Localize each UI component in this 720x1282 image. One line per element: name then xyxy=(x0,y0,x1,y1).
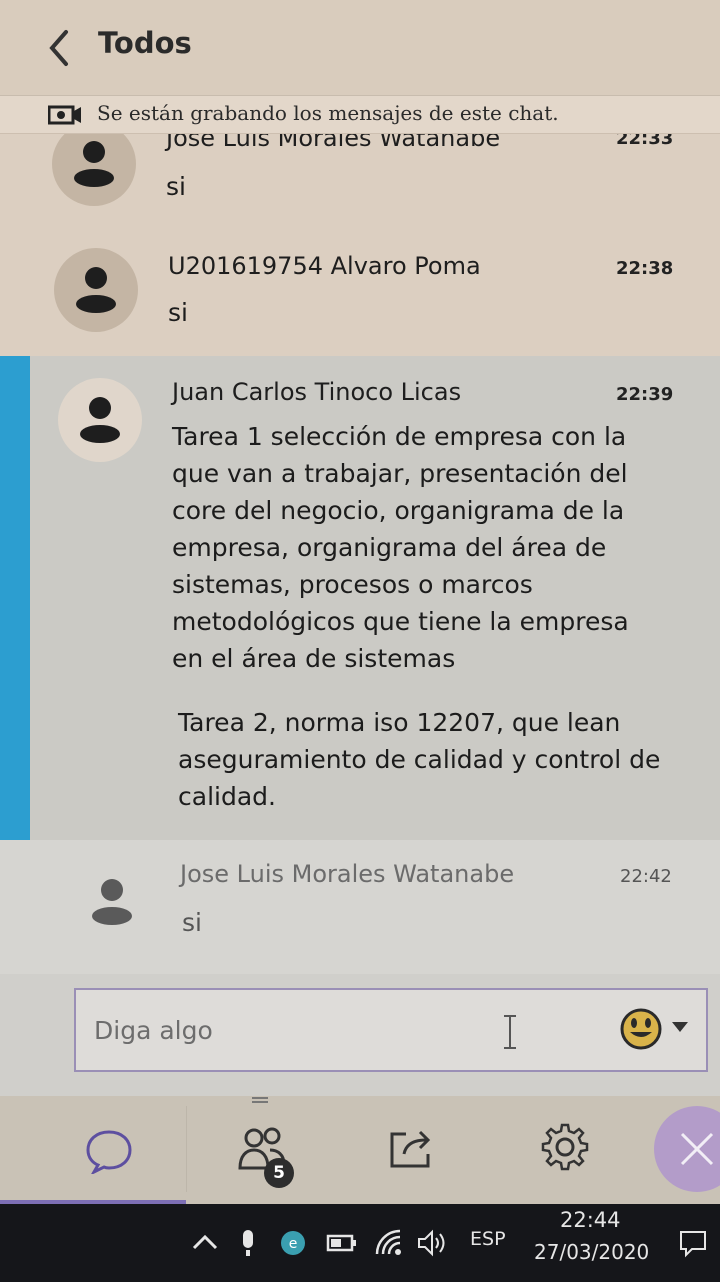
avatar xyxy=(70,860,154,944)
volume-icon[interactable] xyxy=(416,1228,450,1258)
message-author: U201619754 Alvaro Poma xyxy=(168,252,481,280)
svg-text:e: e xyxy=(289,1236,298,1252)
message-line: core del negocio, organigrama de la xyxy=(172,496,625,525)
message-item: Jose Luis Morales Watanabe 22:33 si xyxy=(0,134,720,230)
input-language[interactable]: ESP xyxy=(470,1228,506,1250)
chevron-up-icon[interactable] xyxy=(190,1228,220,1258)
message-line: calidad. xyxy=(178,782,276,811)
message-line: metodológicos que tiene la empresa xyxy=(172,607,629,636)
close-icon xyxy=(680,1132,714,1166)
message-item-selected: Juan Carlos Tinoco Licas 22:39 Tarea 1 s… xyxy=(0,356,720,840)
battery-icon[interactable] xyxy=(326,1228,358,1258)
drag-handle-icon[interactable] xyxy=(250,1096,270,1106)
app-tray-icon[interactable]: e xyxy=(278,1228,308,1258)
chevron-down-icon[interactable] xyxy=(670,1020,690,1034)
clock-time[interactable]: 22:44 xyxy=(560,1208,621,1232)
message-line: Tarea 2, norma iso 12207, que lean xyxy=(178,708,621,737)
message-item: Jose Luis Morales Watanabe 22:42 si xyxy=(0,840,720,974)
message-list[interactable]: Jose Luis Morales Watanabe 22:33 si U201… xyxy=(0,134,720,974)
message-text: Tarea 2, norma iso 12207, que lean asegu… xyxy=(178,704,698,815)
video-camera-icon xyxy=(48,105,81,125)
participants-count-badge: 5 xyxy=(264,1158,294,1188)
message-author: Jose Luis Morales Watanabe xyxy=(180,860,515,888)
notification-icon[interactable] xyxy=(678,1228,708,1258)
user-avatar-icon xyxy=(92,879,132,925)
avatar xyxy=(54,248,138,332)
message-line: Tarea 1 selección de empresa con la xyxy=(172,422,627,451)
composer-area: Diga algo xyxy=(0,974,720,1096)
avatar xyxy=(58,378,142,462)
message-time: 22:39 xyxy=(616,384,674,405)
recording-notice: Se están grabando los mensajes de este c… xyxy=(0,96,720,134)
close-button[interactable] xyxy=(654,1106,720,1192)
user-avatar-icon xyxy=(80,397,120,443)
message-text: si xyxy=(166,172,186,201)
clock-date[interactable]: 27/03/2020 xyxy=(534,1240,649,1264)
message-input-placeholder: Diga algo xyxy=(94,1016,213,1045)
bottom-toolbar: 5 xyxy=(0,1096,720,1204)
message-text: si xyxy=(182,908,202,937)
chat-tab[interactable] xyxy=(0,1096,186,1204)
page-title: Todos xyxy=(98,26,192,60)
recording-notice-text: Se están grabando los mensajes de este c… xyxy=(97,101,559,125)
user-avatar-icon xyxy=(74,141,114,187)
message-time: 22:42 xyxy=(620,866,672,887)
message-author: Juan Carlos Tinoco Licas xyxy=(172,378,462,406)
chat-bubble-icon xyxy=(86,1130,132,1174)
share-icon[interactable] xyxy=(388,1126,436,1170)
message-author: Jose Luis Morales Watanabe xyxy=(166,134,501,152)
avatar xyxy=(52,134,136,206)
message-input[interactable]: Diga algo xyxy=(74,988,708,1072)
toolbar-divider xyxy=(186,1106,187,1192)
chat-header: Todos xyxy=(0,0,720,96)
message-line: sistemas, procesos o marcos xyxy=(172,570,533,599)
text-cursor-icon xyxy=(504,1015,516,1049)
message-text: si xyxy=(168,298,188,327)
chevron-left-icon[interactable] xyxy=(40,26,80,70)
message-line: que van a trabajar, presentación del xyxy=(172,459,628,488)
wifi-icon[interactable] xyxy=(374,1228,404,1258)
emoji-smile-icon[interactable] xyxy=(620,1008,662,1050)
user-avatar-icon xyxy=(76,267,116,313)
microphone-icon[interactable] xyxy=(236,1228,260,1258)
system-taskbar: e ESP 22:44 27/03/2020 xyxy=(0,1204,720,1282)
message-text: Tarea 1 selección de empresa con la que … xyxy=(172,418,692,677)
message-item: U201619754 Alvaro Poma 22:38 si xyxy=(0,230,720,356)
message-time: 22:33 xyxy=(616,134,674,149)
message-line: en el área de sistemas xyxy=(172,644,456,673)
message-line: aseguramiento de calidad y control de xyxy=(178,745,661,774)
message-time: 22:38 xyxy=(616,258,674,279)
message-line: empresa, organigrama del área de xyxy=(172,533,607,562)
gear-icon[interactable] xyxy=(540,1122,590,1172)
selection-accent-bar xyxy=(0,356,30,840)
